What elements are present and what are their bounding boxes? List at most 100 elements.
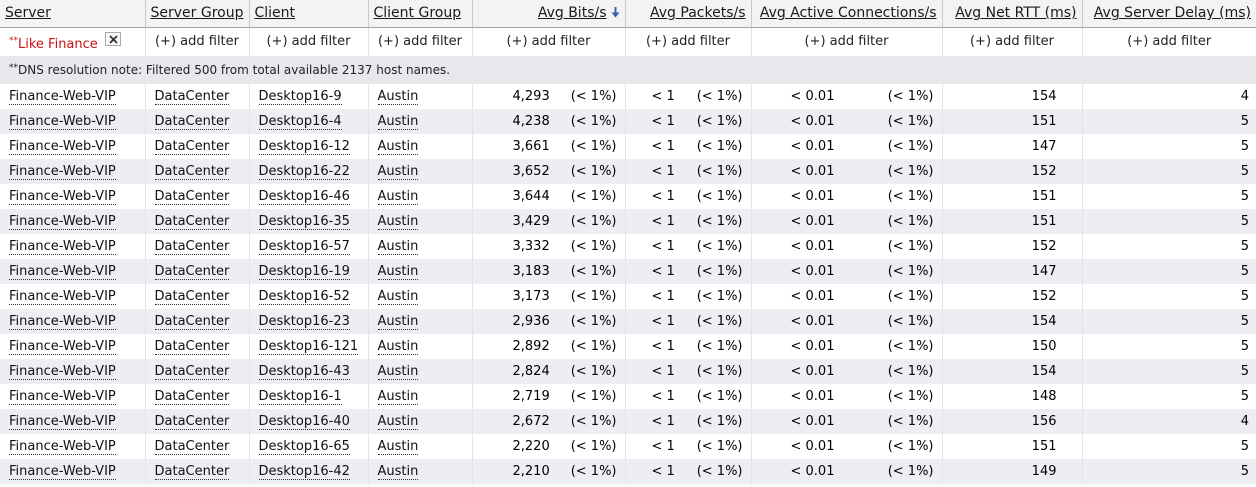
column-header-label[interactable]: Avg Server Delay (ms)	[1094, 5, 1251, 21]
client-group-link[interactable]: Austin	[377, 88, 419, 105]
add-filter-link[interactable]: (+) add filter	[1127, 34, 1211, 49]
server-group-link[interactable]: DataCenter	[154, 338, 230, 355]
server-group-link[interactable]: DataCenter	[154, 413, 230, 430]
add-filter-link[interactable]: (+) add filter	[970, 34, 1054, 49]
column-header-client[interactable]: Client	[249, 0, 369, 28]
server-link[interactable]: Finance-Web-VIP	[9, 388, 116, 405]
client-link[interactable]: Desktop16-35	[258, 213, 350, 230]
client-link[interactable]: Desktop16-12	[258, 138, 350, 155]
server-group-link[interactable]: DataCenter	[154, 388, 230, 405]
server-link[interactable]: Finance-Web-VIP	[9, 263, 116, 280]
column-header-label[interactable]: Avg Packets/s	[650, 5, 745, 21]
server-group-link[interactable]: DataCenter	[154, 113, 230, 130]
client-group-link[interactable]: Austin	[377, 138, 419, 155]
server-group-link[interactable]: DataCenter	[154, 213, 230, 230]
client-group-link[interactable]: Austin	[377, 213, 419, 230]
server-group-link[interactable]: DataCenter	[154, 288, 230, 305]
client-group-link[interactable]: Austin	[377, 338, 419, 355]
server-link[interactable]: Finance-Web-VIP	[9, 113, 116, 130]
server-link[interactable]: Finance-Web-VIP	[9, 288, 116, 305]
active-filter-tag[interactable]: **Like Finance	[9, 36, 98, 52]
server-group-link[interactable]: DataCenter	[154, 163, 230, 180]
client-link[interactable]: Desktop16-19	[258, 263, 350, 280]
client-link[interactable]: Desktop16-57	[258, 238, 350, 255]
add-filter-avg-packets[interactable]: (+) add filter	[625, 27, 752, 56]
server-group-link[interactable]: DataCenter	[154, 463, 230, 480]
server-group-link[interactable]: DataCenter	[154, 363, 230, 380]
add-filter-link[interactable]: (+) add filter	[266, 34, 350, 49]
client-link[interactable]: Desktop16-1	[258, 388, 342, 405]
client-link[interactable]: Desktop16-9	[258, 88, 342, 105]
client-group-link[interactable]: Austin	[377, 388, 419, 405]
server-group-link[interactable]: DataCenter	[154, 88, 230, 105]
server-link[interactable]: Finance-Web-VIP	[9, 363, 116, 380]
client-link[interactable]: Desktop16-40	[258, 413, 350, 430]
column-header-server-group[interactable]: Server Group	[145, 0, 250, 28]
column-header-label[interactable]: Avg Active Connections/s	[760, 5, 937, 21]
client-group-link[interactable]: Austin	[377, 313, 419, 330]
server-link[interactable]: Finance-Web-VIP	[9, 413, 116, 430]
server-link[interactable]: Finance-Web-VIP	[9, 438, 116, 455]
add-filter-link[interactable]: (+) add filter	[646, 34, 730, 49]
client-link[interactable]: Desktop16-43	[258, 363, 350, 380]
server-group-link[interactable]: DataCenter	[154, 188, 230, 205]
client-link[interactable]: Desktop16-4	[258, 113, 342, 130]
add-filter-link[interactable]: (+) add filter	[804, 34, 888, 49]
column-header-server[interactable]: Server	[0, 0, 146, 28]
add-filter-avg-active-connections[interactable]: (+) add filter	[751, 27, 943, 56]
add-filter-server-group[interactable]: (+) add filter	[145, 27, 250, 56]
column-header-avg-net-rtt[interactable]: Avg Net RTT (ms)	[942, 0, 1083, 28]
client-group-link[interactable]: Austin	[377, 438, 419, 455]
server-link[interactable]: Finance-Web-VIP	[9, 313, 116, 330]
add-filter-client-group[interactable]: (+) add filter	[368, 27, 473, 56]
server-link[interactable]: Finance-Web-VIP	[9, 138, 116, 155]
add-filter-link[interactable]: (+) add filter	[506, 34, 590, 49]
column-header-client-group[interactable]: Client Group	[368, 0, 473, 28]
client-link[interactable]: Desktop16-46	[258, 188, 350, 205]
server-link[interactable]: Finance-Web-VIP	[9, 213, 116, 230]
column-header-avg-bits[interactable]: Avg Bits/s	[472, 0, 626, 28]
client-link[interactable]: Desktop16-65	[258, 438, 350, 455]
column-header-label[interactable]: Avg Net RTT (ms)	[955, 5, 1076, 21]
client-link[interactable]: Desktop16-52	[258, 288, 350, 305]
column-header-avg-server-delay[interactable]: Avg Server Delay (ms)	[1082, 0, 1256, 28]
server-link[interactable]: Finance-Web-VIP	[9, 188, 116, 205]
client-group-link[interactable]: Austin	[377, 238, 419, 255]
column-header-label[interactable]: Client	[255, 5, 296, 21]
column-header-avg-active-connections[interactable]: Avg Active Connections/s	[751, 0, 943, 28]
client-group-link[interactable]: Austin	[377, 188, 419, 205]
server-link[interactable]: Finance-Web-VIP	[9, 338, 116, 355]
add-filter-avg-server-delay[interactable]: (+) add filter	[1082, 27, 1256, 56]
server-group-link[interactable]: DataCenter	[154, 313, 230, 330]
server-group-link[interactable]: DataCenter	[154, 263, 230, 280]
add-filter-client[interactable]: (+) add filter	[249, 27, 369, 56]
server-group-link[interactable]: DataCenter	[154, 438, 230, 455]
remove-filter-button[interactable]	[104, 31, 121, 46]
server-link[interactable]: Finance-Web-VIP	[9, 163, 116, 180]
server-group-link[interactable]: DataCenter	[154, 138, 230, 155]
client-group-link[interactable]: Austin	[377, 463, 419, 480]
client-group-link[interactable]: Austin	[377, 288, 419, 305]
client-group-link[interactable]: Austin	[377, 163, 419, 180]
client-group-link[interactable]: Austin	[377, 363, 419, 380]
column-header-label[interactable]: Server Group	[151, 5, 244, 21]
column-header-avg-packets[interactable]: Avg Packets/s	[625, 0, 752, 28]
add-filter-link[interactable]: (+) add filter	[155, 34, 239, 49]
column-header-label[interactable]: Server	[5, 5, 51, 21]
client-group-link[interactable]: Austin	[377, 113, 419, 130]
client-link[interactable]: Desktop16-121	[258, 338, 359, 355]
column-header-label[interactable]: Client Group	[374, 5, 462, 21]
add-filter-avg-bits[interactable]: (+) add filter	[472, 27, 626, 56]
server-link[interactable]: Finance-Web-VIP	[9, 88, 116, 105]
client-link[interactable]: Desktop16-22	[258, 163, 350, 180]
client-group-link[interactable]: Austin	[377, 263, 419, 280]
column-header-label[interactable]: Avg Bits/s	[538, 5, 607, 21]
server-link[interactable]: Finance-Web-VIP	[9, 463, 116, 480]
client-group-link[interactable]: Austin	[377, 413, 419, 430]
add-filter-avg-net-rtt[interactable]: (+) add filter	[942, 27, 1083, 56]
client-link[interactable]: Desktop16-23	[258, 313, 350, 330]
server-group-link[interactable]: DataCenter	[154, 238, 230, 255]
client-link[interactable]: Desktop16-42	[258, 463, 350, 480]
server-link[interactable]: Finance-Web-VIP	[9, 238, 116, 255]
add-filter-link[interactable]: (+) add filter	[378, 34, 462, 49]
